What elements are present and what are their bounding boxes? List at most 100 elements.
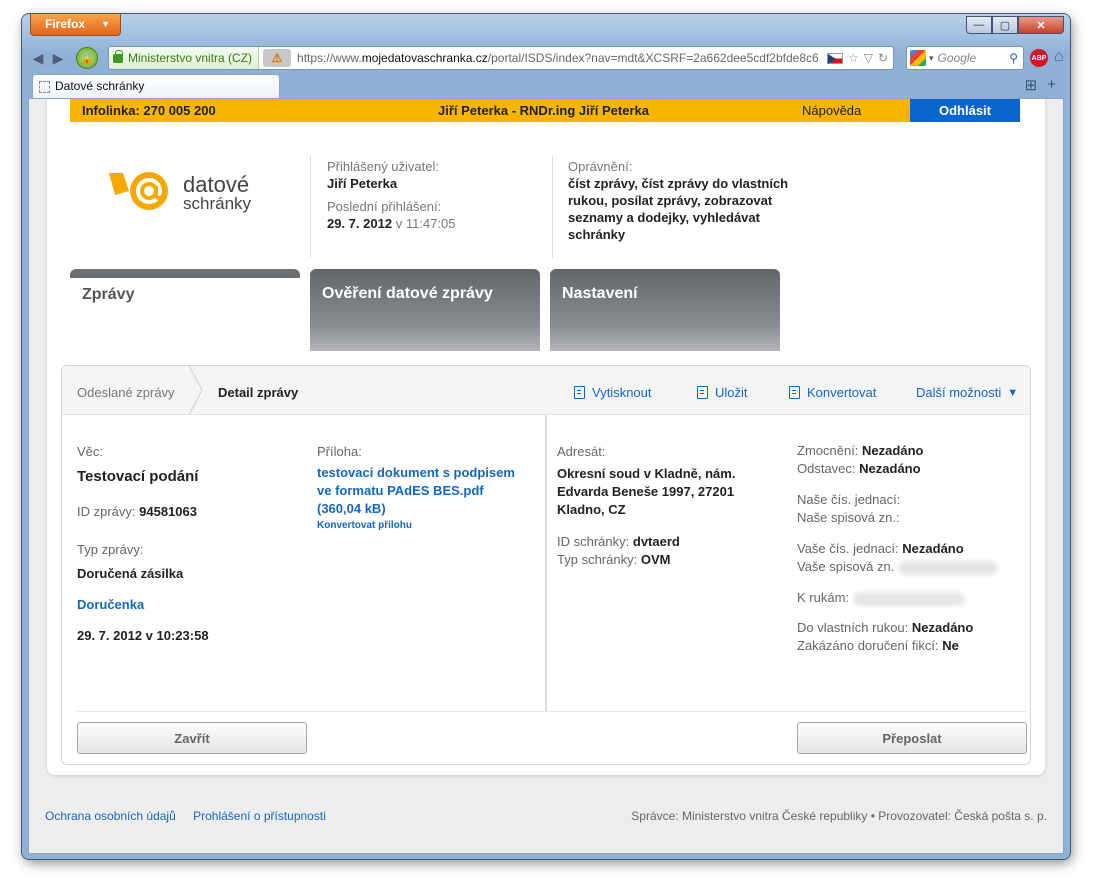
your-ref-value: Nezadáno xyxy=(902,541,964,556)
your-ref-label: Vaše čís. jednací: xyxy=(797,541,899,556)
padlock-icon xyxy=(113,49,123,63)
recipient-label: Adresát: xyxy=(557,444,606,459)
convert-button[interactable]: Konvertovat xyxy=(789,385,876,400)
site-identity-lock-icon[interactable]: 🔒 xyxy=(76,47,98,69)
page-card: Infolinka: 270 005 200 Jiří Peterka - RN… xyxy=(47,99,1045,775)
delivery-datetime: 29. 7. 2012 v 10:23:58 xyxy=(77,628,209,643)
account-info: Přihlášený uživatel: Jiří Peterka Posled… xyxy=(327,158,537,232)
tab-overeni[interactable]: Ověření datové zprávy xyxy=(310,269,540,351)
our-file-label: Naše spisová zn.: xyxy=(797,510,900,525)
box-type-label: Typ schránky: xyxy=(557,552,638,567)
breadcrumb-sent-messages[interactable]: Odeslané zprávy xyxy=(77,385,175,400)
datove-schranky-logo[interactable]: datové schránky xyxy=(107,169,277,219)
tab-nastaveni[interactable]: Nastavení xyxy=(550,269,780,351)
page-favicon-icon xyxy=(39,81,50,93)
browser-window: Firefox ▼ — ▢ ✕ ◀ ▶ 🔒 Ministerstvo vnitra… xyxy=(22,14,1070,859)
help-link[interactable]: Nápověda xyxy=(802,103,861,118)
last-login-time: 11:47:05 xyxy=(405,216,456,231)
new-tab-icon[interactable]: + xyxy=(1047,76,1056,94)
breadcrumb-current: Detail zprávy xyxy=(218,385,299,400)
save-icon xyxy=(697,386,708,399)
header-divider xyxy=(310,156,311,258)
permissions-value: číst zprávy, číst zprávy do vlastních ru… xyxy=(568,176,789,242)
forward-arrow-icon[interactable]: ▶ xyxy=(48,48,68,68)
more-options-button[interactable]: Další možnosti ▼ xyxy=(916,385,1018,400)
box-type-value: OVM xyxy=(640,552,671,567)
last-login-label: Poslední přihlášení: xyxy=(327,199,442,214)
last-login-value: 29. 7. 2012 v 11:47:05 xyxy=(327,215,537,232)
browser-tab-title: Datové schránky xyxy=(55,79,145,93)
attachment-link[interactable]: testovaci dokument s podpisem ve formatu… xyxy=(317,464,527,518)
mixed-content-warning-icon[interactable]: ⚠ xyxy=(263,49,292,67)
adblock-label: ABP xyxy=(1031,54,1047,62)
reload-icon[interactable]: ↻ xyxy=(878,51,888,65)
history-dropdown-icon[interactable]: ▽ xyxy=(864,51,873,65)
last-login-sep: v xyxy=(395,216,403,231)
czech-flag-icon[interactable] xyxy=(826,52,843,64)
maximize-button[interactable]: ▢ xyxy=(992,16,1018,34)
firefox-menu-label: Firefox xyxy=(45,17,86,31)
title-bar: Firefox ▼ — ▢ ✕ xyxy=(22,14,1070,44)
close-window-button[interactable]: ✕ xyxy=(1018,16,1064,34)
convert-attachment-link[interactable]: Konvertovat přílohu xyxy=(317,520,412,531)
url-domain: mojedatovaschranka.cz xyxy=(361,51,488,65)
redacted-value xyxy=(897,560,998,575)
logout-button[interactable]: Odhlásit xyxy=(910,99,1020,122)
browser-tab[interactable]: Datové schránky xyxy=(32,74,280,98)
box-id-label: ID schránky: xyxy=(557,534,630,549)
dropdown-arrow-icon: ▼ xyxy=(101,19,110,29)
url-prefix: https://www. xyxy=(297,51,362,65)
print-button[interactable]: Vytisknout xyxy=(574,385,652,400)
delivery-receipt-link[interactable]: Doručenka xyxy=(77,597,144,612)
zmocneni-label: Zmocnění: xyxy=(797,443,859,458)
navigation-bar: ◀ ▶ 🔒 Ministerstvo vnitra (CZ) ⚠ https:/… xyxy=(28,44,1064,72)
tab-zpravy[interactable]: Zprávy xyxy=(70,269,300,351)
adblock-plus-icon[interactable]: ABP xyxy=(1030,49,1048,67)
site-identity-badge[interactable]: Ministerstvo vnitra (CZ) xyxy=(109,47,260,69)
message-type-label: Typ zprávy: xyxy=(77,542,144,557)
operator-info: Správce: Ministerstvo vnitra České repub… xyxy=(631,809,1047,823)
close-button[interactable]: Zavřít xyxy=(77,722,307,754)
url-text[interactable]: https://www.mojedatovaschranka.cz/portal… xyxy=(295,51,822,65)
own-hands-value: Nezadáno xyxy=(911,620,974,635)
home-icon[interactable]: ⌂ xyxy=(1054,48,1064,66)
recipient-value: Okresní soud v Kladně, nám. Edvarda Bene… xyxy=(557,466,736,517)
your-reference-info: Vaše čís. jednací: Nezadáno Vaše spisová… xyxy=(797,540,998,576)
search-magnifier-icon[interactable]: ⚲ xyxy=(1009,51,1018,65)
firefox-menu-button[interactable]: Firefox ▼ xyxy=(30,14,121,36)
own-hands-label: Do vlastních rukou: xyxy=(797,620,909,635)
panel-header: Odeslané zprávy Detail zprávy Vytisknout… xyxy=(62,366,1030,415)
fiction-value: Ne xyxy=(942,638,959,653)
fiction-label: Zakázáno doručení fikcí: xyxy=(797,638,939,653)
accessibility-link[interactable]: Prohlášení o přístupnosti xyxy=(193,809,326,823)
user-label: Přihlášený uživatel: xyxy=(327,159,439,174)
logo-line-2: schránky xyxy=(183,194,252,213)
bookmark-star-icon[interactable]: ☆ xyxy=(848,51,859,65)
logged-user-name: Jiří Peterka - RNDr.ing Jiří Peterka xyxy=(438,103,649,118)
attention-label: K rukám: xyxy=(797,590,850,605)
your-file-label: Vaše spisová zn. xyxy=(797,559,895,574)
address-bar[interactable]: Ministerstvo vnitra (CZ) ⚠ https://www.m… xyxy=(108,46,894,70)
identity-label: Ministerstvo vnitra (CZ) xyxy=(128,51,253,65)
column-divider xyxy=(545,415,547,711)
subject-label: Věc: xyxy=(77,444,104,459)
engine-dropdown-icon[interactable]: ▾ xyxy=(929,53,934,64)
privacy-link[interactable]: Ochrana osobních údajů xyxy=(45,809,176,823)
authorization-info: Zmocnění: Nezadáno Odstavec: Nezadáno xyxy=(797,442,923,478)
search-bar[interactable]: ▾ Google ⚲ xyxy=(906,46,1024,70)
page-viewport: Infolinka: 270 005 200 Jiří Peterka - RN… xyxy=(28,98,1064,854)
save-button[interactable]: Uložit xyxy=(697,385,748,400)
message-id: ID zprávy: 94581063 xyxy=(77,503,197,521)
minimize-button[interactable]: — xyxy=(966,16,992,34)
back-arrow-icon[interactable]: ◀ xyxy=(28,48,48,68)
top-info-bar: Infolinka: 270 005 200 Jiří Peterka - RN… xyxy=(70,99,1020,122)
forward-button[interactable]: Přeposlat xyxy=(797,722,1027,754)
convert-label: Konvertovat xyxy=(807,385,877,400)
save-label: Uložit xyxy=(715,385,748,400)
tab-groups-icon[interactable]: ⊞ xyxy=(1025,76,1038,94)
zmocneni-value: Nezadáno xyxy=(862,443,924,458)
attention-info: K rukám: xyxy=(797,589,965,607)
google-engine-icon[interactable] xyxy=(910,50,926,66)
permissions-info: Oprávnění: číst zprávy, číst zprávy do v… xyxy=(568,158,798,243)
message-type-value: Doručená zásilka xyxy=(77,566,184,581)
